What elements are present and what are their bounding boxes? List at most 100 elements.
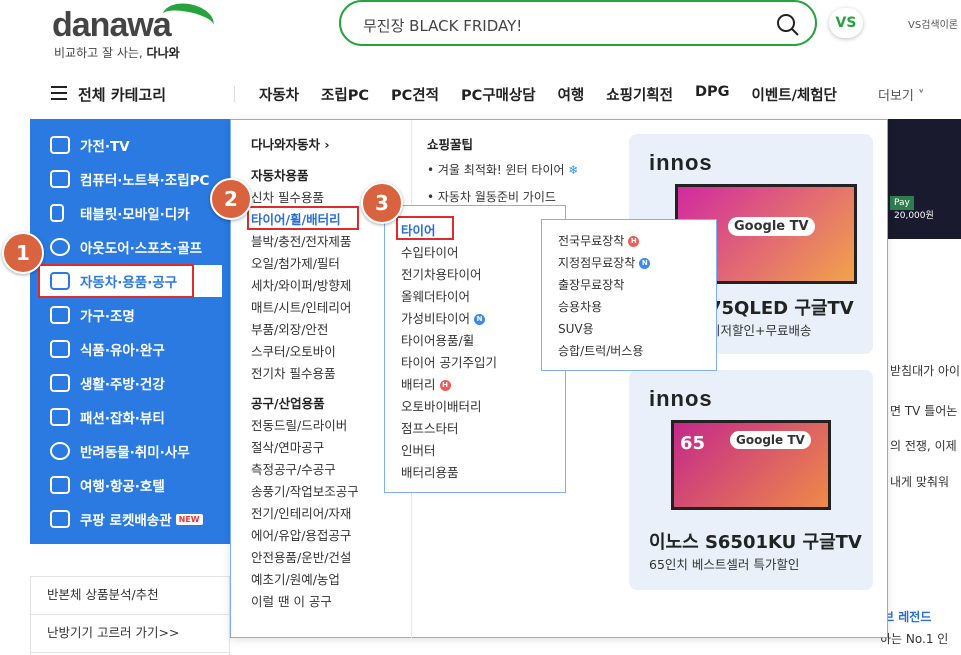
bg-text-2: 면 TV 틀어논 [890,404,958,418]
submenu-visit-install[interactable]: 출장무료장착 [558,276,650,298]
background-banner [888,119,961,239]
innos-logo: innos [649,386,713,411]
hot-badge: H [628,236,640,247]
nav-more-button[interactable]: 더보기 ˅ [878,85,925,104]
sidebar-item-travel-hotel[interactable]: 여행·항공·호텔 [50,471,165,499]
nav-divider [234,86,235,102]
sidebar-item-furniture[interactable]: 가구·조명 [50,301,135,329]
ad-title: 75QLED 구글TV [709,298,854,319]
category-wash-wiper[interactable]: 세차/와이퍼/방향제 [251,275,401,297]
search-icon[interactable] [775,12,801,38]
submenu-allweather-tire[interactable]: 올웨더타이어 [401,286,497,308]
submenu-van-truck-bus[interactable]: 승합/트럭/버스용 [558,342,650,364]
nav-item-car[interactable]: 자동차 [259,84,299,105]
nav-item-travel[interactable]: 여행 [558,84,585,105]
danawa-logo[interactable]: danawa 비교하고 잘 사는, 다나와 [52,0,217,60]
bg-pay-amount: 20,000원 [894,211,934,221]
logo-wordmark: danawa [52,6,172,44]
nav-menu: 자동차 조립PC PC견적 PC구매상담 여행 쇼핑기획전 DPG 이벤트/체험… [259,84,859,105]
sidebar-item-pet-hobby[interactable]: 반려동물·취미·사무 [50,437,190,465]
highlight-box-tire-wheel [247,206,359,230]
logo-tagline: 비교하고 잘 사는, 다나와 [54,46,180,60]
nav-item-custom-pc[interactable]: 조립PC [321,84,369,105]
submenu-suv[interactable]: SUV용 [558,320,650,342]
step-marker-3: 3 [361,182,403,224]
highlight-box-tire [396,216,454,240]
ad-innos-s6501ku[interactable]: innos 65 Google TV 이노스 S6501KU 구글TV 65인치… [629,370,873,590]
category-safety-transport[interactable]: 안전용품/운반/건설 [251,547,401,569]
submenu-motorcycle-battery[interactable]: 오토바이배터리 [401,396,497,418]
category-mat-seat[interactable]: 매트/시트/인테리어 [251,297,401,319]
tv-image: 65 Google TV [671,420,831,510]
category-measuring-tools[interactable]: 측정공구/수공구 [251,459,401,481]
fashion-icon [50,408,70,426]
submenu-jump-starter[interactable]: 점프스타터 [401,418,497,440]
sidebar-item-fashion-beauty[interactable]: 패션·잡화·뷰티 [50,403,165,431]
tip-winter-tire[interactable]: • 겨울 최적화! 윈터 타이어 ❄ [427,161,597,188]
sidebar-link-pc-analysis[interactable]: 반본체 상품분석/추천 [31,577,229,615]
top-nav: 전체 카테고리 자동차 조립PC PC견적 PC구매상담 여행 쇼핑기획전 DP… [0,70,961,118]
sidebar-item-tablet-mobile[interactable]: 태블릿·모바일·디카 [50,199,190,227]
all-categories-button[interactable]: 전체 카테고리 [78,84,166,105]
submenu-battery-supplies[interactable]: 배터리용품 [401,462,497,484]
tire-submenu: 타이어 수입타이어 전기차용타이어 올웨더타이어 가성비타이어 N 타이어용품/휠… [384,205,566,493]
danawa-car-link[interactable]: 다나와자동차 › [251,134,401,153]
sidebar-item-computer[interactable]: 컴퓨터·노트북·조립PC [50,165,209,193]
submenu-battery[interactable]: 배터리 H [401,374,497,396]
group-title-tools[interactable]: 공구/산업용품 [251,393,401,415]
category-parts-safety[interactable]: 부품/외장/안전 [251,319,401,341]
furniture-icon [50,306,70,324]
submenu-passenger-car[interactable]: 승용차용 [558,298,650,320]
nav-item-pc-consult[interactable]: PC구매상담 [461,84,536,105]
step-marker-2: 2 [210,178,252,220]
snowflake-icon: ❄ [568,163,579,177]
category-blower[interactable]: 송풍기/작업보조공구 [251,481,401,503]
vs-toggle-button[interactable]: VS [829,8,863,38]
bg-text-1: 받침대가 아이 [890,364,961,378]
ad-subtitle: 최저할인+무료배송 [709,323,812,338]
nav-item-event[interactable]: 이벤트/체험단 [752,84,837,105]
search-box[interactable]: 무진장 BLACK FRIDAY! [339,0,817,46]
category-tool-guide[interactable]: 이럴 땐 이 공구 [251,591,401,613]
category-oil-filter[interactable]: 오일/첨가제/필터 [251,253,401,275]
highlight-box-car-tools [38,264,194,298]
category-ev-essentials[interactable]: 전기차 필수용품 [251,363,401,385]
new-badge: N [639,258,651,269]
search-input[interactable]: 무진장 BLACK FRIDAY! [363,15,522,36]
tv-screen-label: Google TV [730,431,811,449]
tire-type-submenu: 전국무료장착 H 지정점무료장착 N 출장무료장착 승용차용 SUV용 승합/트럭/… [541,219,717,371]
submenu-tire-wheel[interactable]: 타이어용품/휠 [401,330,497,352]
sidebar-item-living-kitchen[interactable]: 생활·주방·건강 [50,369,165,397]
sidebar-item-coupang[interactable]: 쿠팡 로켓배송관 NEW [50,505,203,533]
category-electric-interior[interactable]: 전기/인테리어/자재 [251,503,401,525]
sidebar-item-outdoor-sports[interactable]: 아웃도어·스포츠·골프 [50,233,202,261]
shopping-tips-column: 쇼핑꿀팁 • 겨울 최적화! 윈터 타이어 ❄ • 자동차 월동준비 가이드 [427,134,597,215]
bg-text-4: 내게 맞춰워 [890,475,950,489]
submenu-air-pump[interactable]: 타이어 공기주입기 [401,352,497,374]
category-scooter[interactable]: 스쿠터/오토바이 [251,341,401,363]
laptop-icon [50,170,70,188]
submenu-inverter[interactable]: 인버터 [401,440,497,462]
sidebar-link-heater[interactable]: 난방기기 고르러 가기>> [31,615,229,653]
nav-item-dpg[interactable]: DPG [695,84,730,105]
nav-item-pc-quote[interactable]: PC견적 [391,84,439,105]
sidebar-bottom-links: 반본체 상품분석/추천 난방기기 고르러 가기>> [30,576,230,655]
sidebar-item-appliance-tv[interactable]: 가전·TV [50,131,130,159]
hamburger-icon[interactable] [51,86,67,100]
vs-toggle-track[interactable] [858,12,894,34]
pot-icon [50,374,70,392]
submenu-value-tire[interactable]: 가성비타이어 N [401,308,497,330]
category-blackbox-electronics[interactable]: 블박/충전/전자제품 [251,231,401,253]
nav-item-shopping-event[interactable]: 쇼핑기획전 [606,84,673,105]
category-gardening[interactable]: 예초기/원예/농업 [251,569,401,591]
submenu-ev-tire[interactable]: 전기차용타이어 [401,264,497,286]
category-cutting-tools[interactable]: 절삭/연마공구 [251,437,401,459]
submenu-import-tire[interactable]: 수입타이어 [401,242,497,264]
vs-search-label: VS검색이론 [908,20,958,31]
category-air-hydraulic[interactable]: 에어/유압/용접공구 [251,525,401,547]
sidebar-item-food-baby[interactable]: 식품·유아·완구 [50,335,165,363]
category-power-drill[interactable]: 전동드릴/드라이버 [251,415,401,437]
submenu-store-install[interactable]: 지정점무료장착 N [558,254,651,276]
submenu-nationwide-install[interactable]: 전국무료장착 H [558,232,650,254]
outdoor-icon [50,238,70,256]
